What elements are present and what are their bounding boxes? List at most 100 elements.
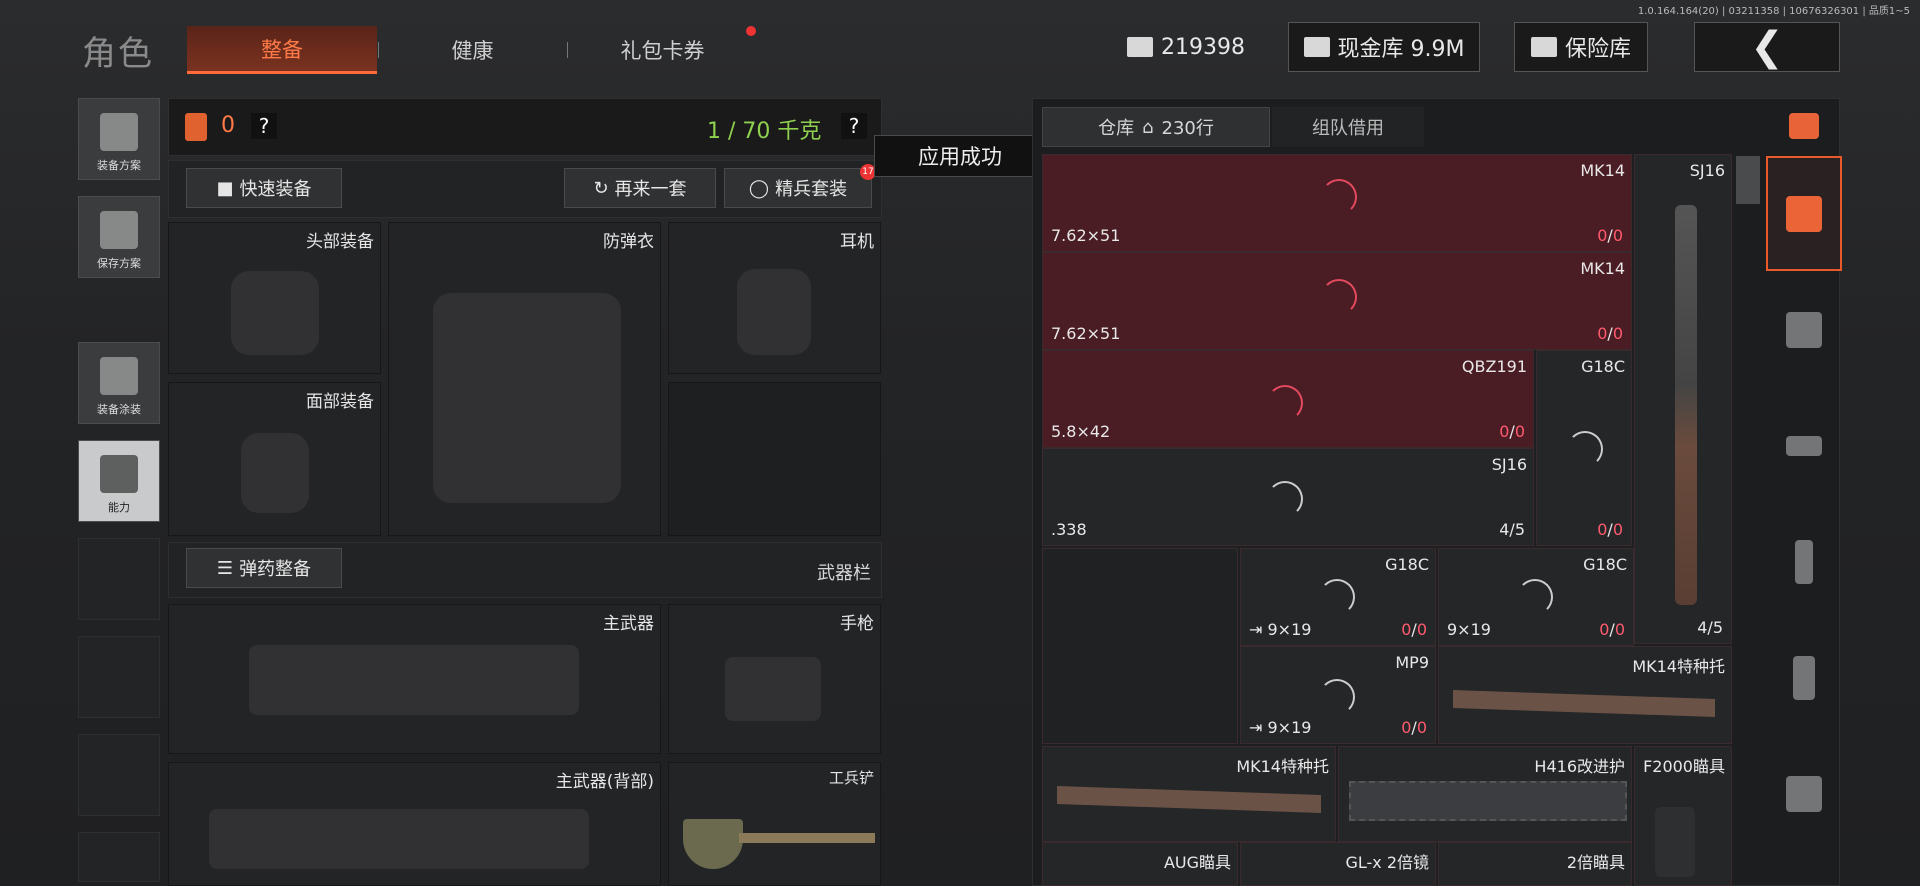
elite-set-button[interactable]: ◯ 精兵套装 [724, 168, 872, 208]
item-name: H416改进护 [1534, 757, 1625, 776]
rifle-silhouette [209, 809, 589, 869]
ammo-manage-button[interactable]: ☰ 弹药整备 [186, 548, 342, 588]
item-caliber: ⇥ 9×19 [1249, 620, 1312, 639]
rail-all-category[interactable] [1766, 156, 1842, 271]
sidebar-skins[interactable]: 装备涂装 [78, 342, 160, 424]
slot-label: 面部装备 [306, 392, 374, 412]
sidebar-loadout-plans[interactable]: 装备方案 [78, 98, 160, 180]
tab-gift-coupons[interactable]: 礼包卡券 [570, 26, 755, 74]
loading-spinner [1319, 679, 1355, 715]
item-ammo-count: 0/0 [1499, 422, 1525, 441]
loading-spinner [1517, 579, 1553, 615]
storage-item-2x-sight[interactable]: 2倍瞄具 [1438, 842, 1632, 886]
storage-item-mk14[interactable]: MK14 7.62×51 0/0 [1042, 252, 1632, 350]
slot-face[interactable]: 面部装备 [168, 382, 381, 536]
helmet-silhouette [231, 271, 319, 355]
help-icon[interactable]: ? [251, 113, 277, 139]
storage-item-mp9[interactable]: MP9 ⇥ 9×19 0/0 [1240, 646, 1436, 744]
tab-loadout[interactable]: 整备 [187, 26, 377, 74]
item-name: SJ16 [1491, 455, 1527, 474]
back-button[interactable]: ❮ [1694, 22, 1840, 72]
storage-item-sj16-rifle[interactable]: SJ16 4/5 [1634, 154, 1732, 644]
storage-item-g18c[interactable]: G18C ⇥ 9×19 0/0 [1240, 548, 1436, 646]
all-items-icon [1786, 195, 1822, 232]
sidebar-label: 能力 [108, 501, 130, 514]
item-caliber: 9×19 [1447, 620, 1491, 639]
storage-item-mk14-stock[interactable]: MK14特种托 [1438, 646, 1732, 744]
slot-label: 主武器(背部) [555, 772, 654, 792]
loading-spinner [1321, 279, 1357, 315]
vest-silhouette [433, 293, 621, 503]
slot-label: 耳机 [840, 232, 874, 252]
home-icon: ⌂ [1142, 116, 1154, 138]
sidebar-empty-slot [78, 538, 160, 620]
item-ammo-count: 0/0 [1401, 718, 1427, 737]
slot-primary-back[interactable]: 主武器(背部) [168, 762, 661, 886]
storage-tab-label: 仓库 [1098, 118, 1135, 139]
storage-rows: 230行 [1161, 118, 1214, 139]
item-ammo-count: 0/0 [1597, 226, 1623, 245]
money-display: 219398 [1118, 22, 1254, 72]
item-caliber: 5.8×42 [1051, 422, 1111, 441]
slot-label: 工兵铲 [828, 769, 874, 787]
loading-spinner [1321, 179, 1357, 215]
rail-weapon-category[interactable] [1766, 388, 1842, 503]
weight-help-icon[interactable]: ? [841, 113, 867, 139]
rail-sort-button[interactable] [1766, 98, 1842, 154]
tab-health[interactable]: 健康 [380, 26, 565, 74]
slot-primary[interactable]: 主武器 [168, 604, 661, 754]
storage-item-mk14[interactable]: MK14 7.62×51 0/0 [1042, 154, 1632, 252]
rail-armor-category[interactable] [1766, 272, 1842, 387]
rifle-silhouette [249, 645, 579, 715]
magazine-icon [1795, 539, 1813, 584]
version-text: 1.0.164.164(20) | 03211358 | 10676326301… [1637, 6, 1910, 17]
sidebar-abilities[interactable]: 能力 [78, 440, 160, 522]
item-name: MK14 [1580, 259, 1625, 278]
slot-headset[interactable]: 耳机 [668, 222, 881, 374]
layers-refresh-icon [1789, 113, 1819, 139]
slot-pistol[interactable]: 手枪 [668, 604, 881, 754]
tab-team-borrow[interactable]: 组队借用 [1272, 107, 1424, 147]
slot-shovel[interactable]: 工兵铲 [668, 762, 881, 886]
storage-item-h416-rail[interactable]: H416改进护 [1338, 746, 1632, 842]
item-caliber: ⇥ 9×19 [1249, 718, 1312, 737]
storage-item-glx-scope[interactable]: GL-x 2倍镜 [1240, 842, 1436, 886]
safe-box-button[interactable]: 保险库 [1514, 22, 1648, 72]
weight-display: 1 / 70 千克 [707, 119, 822, 144]
storage-item-aug-sight[interactable]: AUG瞄具 [1042, 842, 1238, 886]
item-ammo-count: 0/0 [1401, 620, 1427, 639]
cash-vault-label: 现金库 9.9M [1337, 37, 1465, 62]
chevron-left-icon: ❮ [1750, 24, 1784, 70]
safe-box-label: 保险库 [1564, 37, 1631, 62]
slot-vest[interactable]: 防弹衣 [388, 222, 661, 536]
armor-count: 0 [221, 113, 235, 138]
storage-item-qbz191[interactable]: QBZ191 5.8×42 0/0 [1042, 350, 1534, 448]
rail-attachment-category[interactable] [1766, 736, 1842, 851]
storage-item-sj16[interactable]: SJ16 .338 4/5 [1042, 448, 1534, 546]
storage-item-g18c[interactable]: G18C 0/0 [1536, 350, 1632, 546]
game-screen: 1.0.164.164(20) | 03211358 | 10676326301… [0, 0, 1920, 886]
again-button[interactable]: ↻ 再来一套 [564, 168, 716, 208]
item-name: G18C [1581, 357, 1625, 376]
quick-equip-button[interactable]: ■ 快速装备 [186, 168, 342, 208]
bullet-icon [1793, 655, 1815, 700]
sidebar-save-plan[interactable]: 保存方案 [78, 196, 160, 278]
ammo-manage-label: 弹药整备 [239, 559, 312, 580]
slot-locked [668, 382, 881, 536]
tab-storage[interactable]: 仓库 ⌂ 230行 [1042, 107, 1270, 147]
storage-item-f2000-sight[interactable]: F2000瞄具 [1634, 746, 1732, 886]
storage-item-mk14-stock[interactable]: MK14特种托 [1042, 746, 1336, 842]
toast-message: 应用成功 [874, 135, 1046, 177]
item-name: MP9 [1395, 653, 1429, 672]
loadout-header: 0 ? 1 / 70 千克 ? [168, 98, 882, 156]
cash-vault-button[interactable]: 现金库 9.9M [1288, 22, 1480, 72]
safe-icon [1530, 37, 1557, 57]
item-ammo-count: 0/0 [1597, 520, 1623, 539]
rail-magazine-category[interactable] [1766, 504, 1842, 619]
grid-scrollbar-thumb[interactable] [1736, 156, 1760, 204]
slot-head[interactable]: 头部装备 [168, 222, 381, 374]
rail-ammo-category[interactable] [1766, 620, 1842, 735]
mask-silhouette [241, 433, 309, 513]
storage-item-g18c[interactable]: G18C 9×19 0/0 [1438, 548, 1634, 646]
quick-equip-label: 快速装备 [239, 179, 312, 200]
